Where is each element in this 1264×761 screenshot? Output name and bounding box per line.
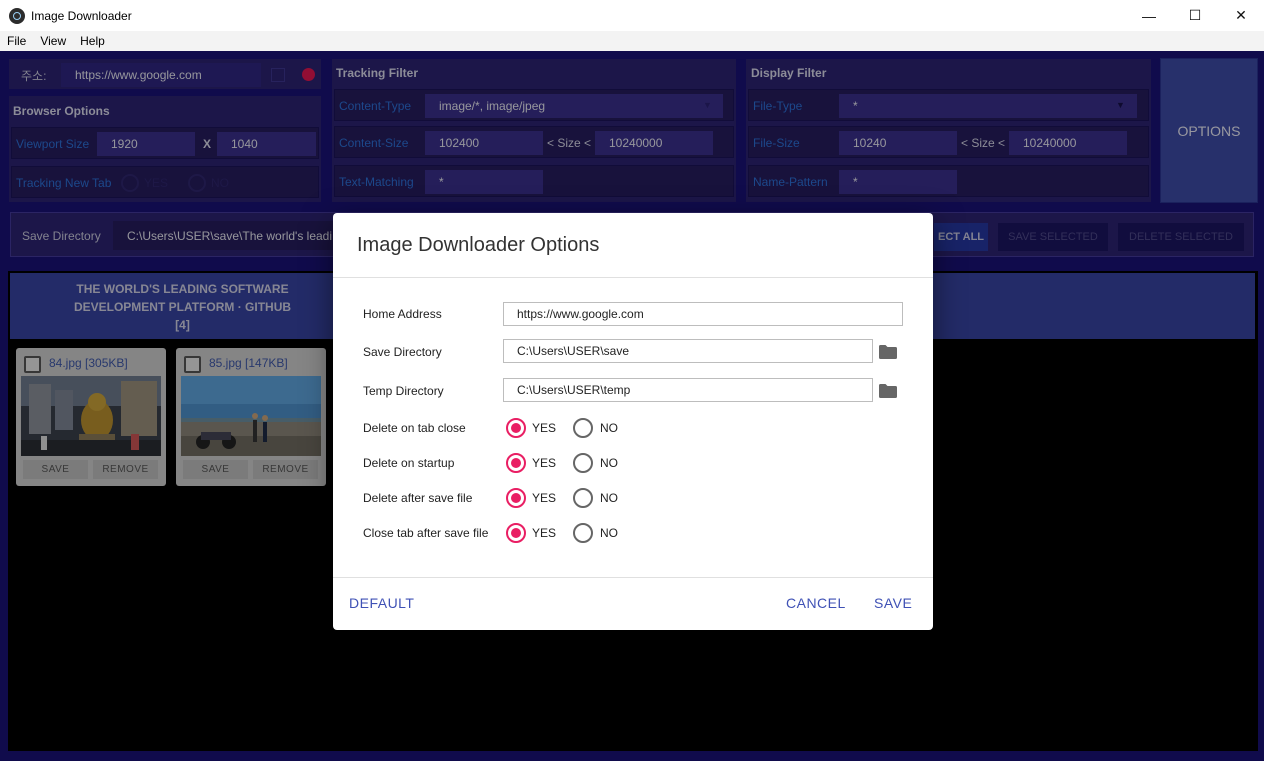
menu-file[interactable]: File [0,34,33,48]
delete-on-tab-close-label: Delete on tab close [363,421,466,435]
maximize-icon[interactable]: ☐ [1172,0,1218,31]
delete-on-startup-no-radio[interactable] [573,453,593,473]
temp-directory-input[interactable]: C:\Users\USER\temp [503,378,873,402]
close-tab-after-save-file-no-radio[interactable] [573,523,593,543]
options-dialog: Image Downloader Options Home Address ht… [333,213,933,630]
title-bar: Image Downloader — ☐ ✕ [0,0,1264,31]
dialog-title: Image Downloader Options [357,234,600,256]
app-icon [9,7,25,24]
minimize-icon[interactable]: — [1126,0,1172,31]
delete-on-tab-close-yes-radio[interactable] [506,418,526,438]
close-tab-after-save-file-label: Close tab after save file [363,526,489,540]
menu-bar: File View Help [0,31,1264,51]
temp-directory-label: Temp Directory [363,384,444,398]
window-title: Image Downloader [31,8,132,23]
delete-on-tab-close-no-radio[interactable] [573,418,593,438]
yes-label: YES [532,421,557,435]
close-tab-after-save-file-yes-radio[interactable] [506,523,526,543]
delete-after-save-file-label: Delete after save file [363,491,473,505]
delete-on-startup-label: Delete on startup [363,456,455,470]
save-directory-label: Save Directory [363,345,442,359]
folder-icon[interactable] [879,384,897,398]
no-label: NO [600,526,618,540]
dialog-header-divider [333,277,933,278]
yes-label: YES [532,456,557,470]
dialog-footer-divider [333,577,933,578]
yes-label: YES [532,491,557,505]
no-label: NO [600,456,618,470]
home-address-label: Home Address [363,307,442,321]
save-directory-input[interactable]: C:\Users\USER\save [503,339,873,363]
menu-help[interactable]: Help [73,34,112,48]
folder-icon[interactable] [879,345,897,359]
delete-on-startup-yes-radio[interactable] [506,453,526,473]
menu-view[interactable]: View [33,34,73,48]
delete-after-save-file-no-radio[interactable] [573,488,593,508]
home-address-input[interactable]: https://www.google.com [503,302,903,326]
cancel-button[interactable]: CANCEL [786,595,846,611]
no-label: NO [600,421,618,435]
save-button[interactable]: SAVE [874,595,912,611]
yes-label: YES [532,526,557,540]
default-button[interactable]: DEFAULT [349,595,414,611]
no-label: NO [600,491,618,505]
window-controls: — ☐ ✕ [1126,0,1264,31]
close-icon[interactable]: ✕ [1218,0,1264,31]
delete-after-save-file-yes-radio[interactable] [506,488,526,508]
